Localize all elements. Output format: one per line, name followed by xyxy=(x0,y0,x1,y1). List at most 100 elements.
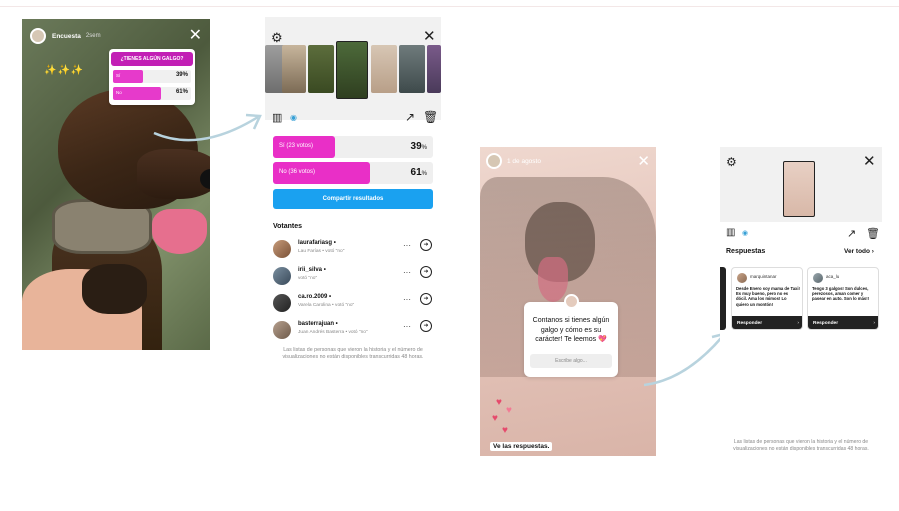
see-responses-button[interactable]: Ve las respuestas. xyxy=(490,442,553,451)
bar-chart-icon[interactable]: ▥ xyxy=(726,227,735,238)
reply-button[interactable]: › Responder xyxy=(732,316,802,329)
response-username: marquintanar xyxy=(750,274,777,279)
avatar[interactable] xyxy=(273,267,291,285)
avatar xyxy=(813,273,823,283)
story-date: 1 de agosto xyxy=(507,157,541,165)
result-bar-yes: Sí (23 votos) 39% xyxy=(273,136,433,158)
story-thumbnail-active[interactable] xyxy=(336,41,368,99)
response-card[interactable]: marquintanar Desde Enero soy mama de Tax… xyxy=(731,267,803,330)
hearts-decoration: ♥ ♥ ♥ ♥ xyxy=(490,397,530,442)
question-sticker[interactable]: Contanos si tienes algún galgo y cómo es… xyxy=(524,294,618,377)
result-bar-no: No (36 votos) 61% xyxy=(273,162,433,184)
more-icon[interactable]: ··· xyxy=(403,322,411,331)
gear-icon[interactable]: ⚙ xyxy=(271,30,283,46)
story-thumbnails-strip: ⚙ ✕ xyxy=(265,17,441,120)
avatar[interactable] xyxy=(273,240,291,258)
voter-subtitle: Lau Farías • votó "no" xyxy=(298,249,345,254)
message-icon[interactable]: ➜ xyxy=(420,266,432,278)
close-icon[interactable]: ✕ xyxy=(423,27,436,45)
chevron-right-icon: › xyxy=(873,321,875,326)
trend-icon[interactable]: ↗ xyxy=(405,110,415,124)
more-icon[interactable]: ··· xyxy=(403,295,411,304)
question-text: Contanos si tienes algún galgo y cómo es… xyxy=(532,317,610,343)
story-thumbnail[interactable] xyxy=(427,45,441,93)
message-icon[interactable]: ➜ xyxy=(420,239,432,251)
more-icon[interactable]: ··· xyxy=(403,241,411,250)
voter-row[interactable]: irii_silva • votó "no" ··· ➜ xyxy=(273,266,435,290)
story-thumbnail-active[interactable] xyxy=(783,161,815,217)
voter-row[interactable]: basterrajuan • Juan Andrés Basterra • vo… xyxy=(273,320,435,344)
see-all-link[interactable]: Ver todo › xyxy=(844,248,874,255)
arrow-icon xyxy=(643,332,726,387)
message-icon[interactable]: ➜ xyxy=(420,293,432,305)
poll-option-label: Sí xyxy=(116,73,121,78)
story-thumbnail[interactable] xyxy=(399,45,425,93)
poll-sticker[interactable]: ¿TIENES ALGÚN GALGO? Sí 39% No 61% xyxy=(109,49,195,105)
voter-name: basterrajuan • xyxy=(298,321,338,327)
reply-label: Responder xyxy=(813,321,839,326)
avatar[interactable] xyxy=(30,28,46,44)
result-label: Sí (23 votos) xyxy=(279,143,314,149)
poll-option-label: No xyxy=(116,90,122,95)
voter-row[interactable]: laurafariasg • Lau Farías • votó "no" ··… xyxy=(273,239,435,263)
dog-tongue-image xyxy=(538,257,568,302)
poll-option-percent: 39% xyxy=(175,72,188,78)
voter-subtitle: Varela Carolina • votó "no" xyxy=(298,303,355,308)
top-divider xyxy=(0,6,899,7)
voter-name: ca.ro.2009 • xyxy=(298,294,332,300)
visibility-footnote: Las listas de personas que vieron la his… xyxy=(733,439,869,452)
close-icon[interactable]: ✕ xyxy=(863,152,876,170)
story-header: Encuesta 2sem ✕ xyxy=(22,19,210,53)
story-thumbnail[interactable] xyxy=(371,45,397,93)
heart-icon: ♥ xyxy=(496,397,502,408)
story-thumbnail[interactable] xyxy=(308,45,334,93)
question-story: 1 de agosto ✕ Contanos si tienes algún g… xyxy=(480,147,656,456)
story-thumbnail[interactable] xyxy=(282,45,306,93)
response-card-partial[interactable] xyxy=(720,267,726,330)
share-results-button[interactable]: Compartir resultados xyxy=(273,189,433,209)
voter-subtitle: votó "no" xyxy=(298,276,318,281)
poll-option-yes[interactable]: Sí 39% xyxy=(113,70,191,83)
avatar[interactable] xyxy=(273,294,291,312)
gear-icon[interactable]: ⚙ xyxy=(726,155,737,169)
story-username[interactable]: Encuesta xyxy=(52,33,81,40)
paw-image xyxy=(82,264,147,314)
visibility-footnote: Las listas de personas que vieron la his… xyxy=(282,347,424,360)
trend-icon[interactable]: ↗ xyxy=(847,227,856,240)
response-card[interactable]: aca_lu Tengo 3 galgos! Son dulces, perez… xyxy=(807,267,879,330)
heart-icon: ♥ xyxy=(492,413,498,424)
reply-label: Responder xyxy=(737,321,763,326)
avatar[interactable] xyxy=(486,153,502,169)
response-text: Tengo 3 galgos! Son dulces, perezosos, a… xyxy=(812,286,870,302)
avatar[interactable] xyxy=(273,321,291,339)
voter-row[interactable]: ca.ro.2009 • Varela Carolina • votó "no"… xyxy=(273,293,435,317)
result-percent: 61% xyxy=(410,167,427,178)
arrow-icon xyxy=(153,113,262,142)
poll-option-no[interactable]: No 61% xyxy=(113,87,191,100)
question-responses-panel: ⚙ ✕ ▥ ◉ ↗ 🗑 Respuestas Ver todo › marqui… xyxy=(720,147,882,467)
answer-input[interactable]: Escribe algo... xyxy=(530,354,612,368)
response-username: aca_lu xyxy=(826,274,840,279)
result-percent: 39% xyxy=(410,141,427,152)
eye-icon[interactable]: ◉ xyxy=(742,229,748,237)
avatar xyxy=(564,294,579,309)
eye-icon[interactable]: ◉ xyxy=(290,113,297,122)
story-time: 2sem xyxy=(85,33,101,39)
result-label: No (36 votos) xyxy=(279,169,316,175)
close-icon[interactable]: ✕ xyxy=(637,154,650,169)
heart-icon: ♥ xyxy=(506,405,512,416)
trash-icon[interactable]: 🗑 xyxy=(423,110,438,124)
chevron-right-icon: › xyxy=(797,321,799,326)
dog-image-snout xyxy=(137,149,210,199)
bar-chart-icon[interactable]: ▥ xyxy=(272,111,282,124)
poll-question: ¿TIENES ALGÚN GALGO? xyxy=(111,52,193,66)
close-icon[interactable]: ✕ xyxy=(189,28,202,44)
poll-option-percent: 61% xyxy=(175,89,188,95)
message-icon[interactable]: ➜ xyxy=(420,320,432,332)
more-icon[interactable]: ··· xyxy=(403,268,411,277)
reply-button[interactable]: › Responder xyxy=(808,316,878,329)
dog-image-tongue xyxy=(152,209,207,254)
voter-subtitle: Juan Andrés Basterra • votó "no" xyxy=(298,330,368,335)
trash-icon[interactable]: 🗑 xyxy=(866,227,880,240)
response-text: Desde Enero soy mama de Taxi! Es muy bue… xyxy=(736,286,800,307)
